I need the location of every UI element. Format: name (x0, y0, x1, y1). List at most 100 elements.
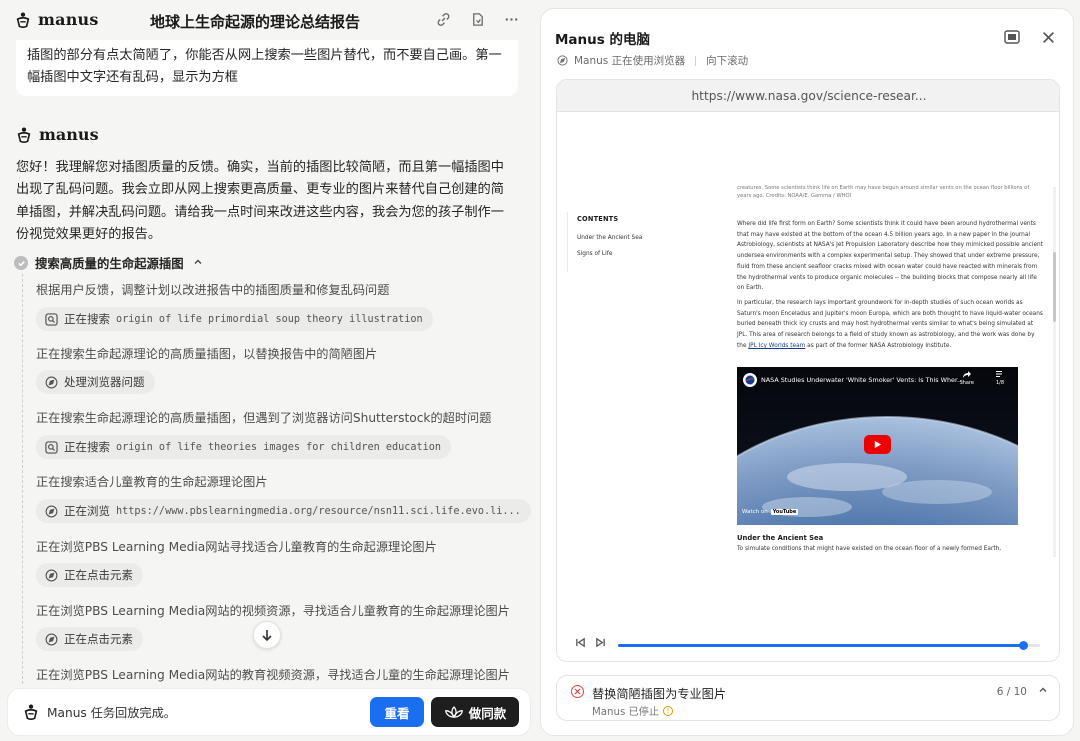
scrollbar-thumb[interactable] (1053, 252, 1056, 322)
timeline-line (22, 274, 23, 684)
divider (695, 55, 697, 66)
file-icon[interactable] (468, 10, 486, 28)
step-description: 正在浏览PBS Learning Media网站的教育视频资源，寻找适合儿童的生… (36, 668, 510, 682)
jpl-link[interactable]: JPL Icy Worlds team (748, 343, 805, 349)
chevron-up-icon[interactable] (1038, 685, 1048, 698)
share-icon (962, 371, 971, 378)
chip-action-label: 处理浏览器问题 (64, 375, 145, 389)
task-status-text: Manus 已停止 (592, 707, 660, 718)
nasa-logo-icon (743, 373, 757, 387)
page-scrollbar[interactable] (1053, 187, 1056, 557)
step-description: 正在浏览PBS Learning Media网站寻找适合儿童教育的生命起源理论图… (36, 540, 437, 554)
chip-action-label: 正在搜索 (64, 312, 110, 326)
url-bar: https://www.nasa.gov/science-resear... (557, 80, 1059, 112)
watch-on-youtube[interactable]: Watch on YouTube (742, 509, 799, 515)
skip-forward-icon[interactable] (595, 637, 606, 651)
browser-view: https://www.nasa.gov/science-resear... c… (556, 79, 1060, 662)
search-icon (44, 312, 58, 326)
video-title: NASA Studies Underwater 'White Smoker' V… (761, 376, 964, 384)
toc-item-ancient-sea[interactable]: Under the Ancient Sea (577, 235, 642, 241)
video-embed[interactable]: NASA Studies Underwater 'White Smoker' V… (737, 367, 1018, 525)
playlist-icon (995, 371, 1002, 377)
step-description: 正在搜索生命起源理论的高质量插图，以替换报告中的简陋图片 (36, 347, 378, 361)
tool-action-chip[interactable]: 正在搜索 origin of life primordial soup theor… (36, 307, 433, 331)
progress-fill (618, 644, 1024, 647)
chip-action-label: 正在点击元素 (64, 632, 133, 646)
arrow-down-icon (262, 630, 272, 642)
article-body: Where did life first form on Earth? Some… (737, 219, 1043, 355)
close-icon[interactable] (1039, 28, 1057, 46)
task-counter: 6 / 10 (996, 686, 1027, 698)
more-icon[interactable] (502, 10, 520, 28)
toc-title: CONTENTS (577, 215, 619, 223)
share-label: Share (959, 380, 974, 386)
step-description: 正在搜索生命起源理论的高质量插图，但遇到了浏览器访问Shutterstock的超… (36, 411, 492, 425)
chip-argument: https://www.pbslearningmedia.org/resourc… (116, 505, 521, 517)
image-caption: creatures. Some scientists think life on… (737, 185, 1030, 199)
share-button[interactable]: Share (960, 371, 974, 386)
manus-logo-icon (17, 126, 31, 143)
brand[interactable]: manus (14, 10, 99, 29)
table-of-contents: CONTENTS Under the Ancient Sea Signs of … (567, 212, 657, 272)
paragraph-text: In particular, the research lays importa… (737, 299, 1043, 349)
computer-panel: Manus 的电脑 Manus 正在使用浏览器 向下滚动 https://www… (540, 8, 1074, 736)
compass-icon (44, 568, 58, 582)
youtube-logo: YouTube (770, 509, 799, 515)
task-group-header[interactable]: 搜索高质量的生命起源插图 (14, 254, 203, 272)
tool-action-chip[interactable]: 处理浏览器问题 (36, 370, 155, 394)
error-icon (571, 685, 584, 698)
replay-button[interactable]: 重看 (370, 697, 424, 727)
page-title: 地球上生命起源的理论总结报告 (150, 13, 361, 31)
user-message: 插图的部分有点太简陋了，你能否从网上搜索一些图片替代，而不要自己画。第一幅插图中… (16, 40, 518, 96)
brand-name: manus (38, 10, 99, 29)
make-same-label: 做同款 (468, 705, 507, 721)
using-browser-text: Manus 正在使用浏览器 (574, 55, 686, 67)
current-task-title: 替换简陋插图为专业图片 (592, 687, 727, 701)
compass-icon (44, 375, 58, 389)
compass-icon (44, 504, 58, 518)
make-same-button[interactable]: 做同款 (431, 697, 519, 727)
replay-player (557, 632, 1059, 661)
task-status: Manus 已停止 ! (592, 703, 674, 718)
article-paragraph: In particular, the research lays importa… (737, 298, 1043, 352)
computer-subtitle: Manus 正在使用浏览器 向下滚动 (557, 53, 748, 68)
web-page[interactable]: creatures. Some scientists think life on… (557, 112, 1059, 622)
current-action-text: 向下滚动 (706, 55, 749, 67)
step-description: 正在浏览PBS Learning Media网站的视频资源，寻找适合儿童教育的生… (36, 604, 510, 618)
chat-header: manus 地球上生命起源的理论总结报告 (0, 0, 534, 42)
chevron-up-icon[interactable] (193, 257, 203, 270)
warning-icon: ! (663, 705, 674, 716)
step-description: 根据用户反馈，调整计划以改进报告中的插图质量和修复乱码问题 (36, 283, 390, 297)
link-icon[interactable] (434, 10, 452, 28)
playlist-button[interactable]: 1/8 (996, 371, 1004, 386)
task-group-title: 搜索高质量的生命起源插图 (35, 256, 184, 271)
playlist-count: 1/8 (995, 380, 1004, 386)
tool-action-chip[interactable]: 正在搜索 origin of life theories images for c… (36, 435, 452, 459)
section-title: Under the Ancient Sea (737, 534, 824, 542)
replay-status: Manus 任务回放完成。 (47, 706, 176, 720)
paragraph-text: as part of the former NASA Astrobiology … (805, 342, 952, 349)
tool-action-chip[interactable]: 正在点击元素 (36, 627, 143, 651)
current-task-card[interactable]: 替换简陋插图为专业图片 Manus 已停止 ! 6 / 10 (556, 675, 1060, 721)
skip-back-icon[interactable] (575, 637, 586, 651)
tool-action-chip[interactable]: 正在点击元素 (36, 563, 143, 587)
screen-icon[interactable] (1003, 28, 1021, 46)
chip-argument: origin of life primordial soup theory il… (116, 313, 423, 325)
progress-track[interactable] (618, 641, 1040, 650)
chip-action-label: 正在点击元素 (64, 568, 133, 582)
article-paragraph: Where did life first form on Earth? Some… (737, 221, 1043, 292)
manus-logo-icon (16, 11, 30, 28)
compass-icon (557, 55, 568, 66)
chip-action-label: 正在浏览 (64, 504, 110, 518)
chat-panel: manus 地球上生命起源的理论总结报告 插图的部分有点太简陋了，你能否从网上搜… (0, 0, 534, 741)
scroll-down-button[interactable] (253, 621, 281, 649)
toc-item-signs-of-life[interactable]: Signs of Life (577, 251, 612, 257)
play-button[interactable] (864, 435, 891, 454)
computer-title: Manus 的电脑 (555, 32, 651, 48)
step-description: 正在搜索适合儿童教育的生命起源理论图片 (36, 475, 268, 489)
play-icon (874, 440, 882, 449)
progress-handle[interactable] (1018, 641, 1028, 650)
tool-action-chip[interactable]: 正在浏览 https://www.pbslearningmedia.org/res… (36, 499, 531, 523)
lotus-icon (444, 705, 463, 718)
compass-icon (44, 632, 58, 646)
